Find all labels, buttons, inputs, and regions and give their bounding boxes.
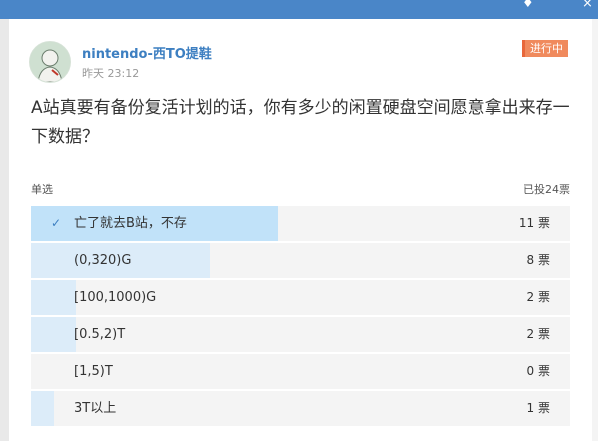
poll-question: A站真要有备份复活计划的话，你有多少的闲置硬盘空间愿意拿出来存一下数据？: [31, 98, 570, 147]
poll-option[interactable]: 3T以上 1 票: [31, 391, 570, 426]
option-label: [1,5)T: [74, 364, 113, 379]
status-badge: 进行中: [522, 40, 568, 57]
username-link[interactable]: nintendo-西TO提鞋: [82, 43, 212, 62]
option-label: 亡了就去B站，不存: [74, 216, 187, 231]
poll-options: ✓ 亡了就去B站，不存 11 票 (0,320)G 8 票 [100,1000)…: [31, 206, 570, 428]
avatar-image: [30, 42, 70, 82]
top-bar: ♦ ×: [0, 0, 598, 19]
poll-option[interactable]: [1,5)T 0 票: [31, 354, 570, 389]
shirt-icon[interactable]: ♦: [522, 0, 534, 11]
option-bar: [31, 280, 76, 315]
poll-option[interactable]: (0,320)G 8 票: [31, 243, 570, 278]
option-votes: 8 票: [526, 253, 550, 267]
option-votes: 2 票: [526, 327, 550, 341]
option-label: (0,320)G: [74, 253, 132, 268]
option-label: 3T以上: [74, 401, 117, 416]
option-label: [100,1000)G: [74, 290, 157, 305]
scrollbar[interactable]: [592, 19, 598, 441]
option-bar: [31, 317, 76, 352]
poll-option[interactable]: [0.5,2)T 2 票: [31, 317, 570, 352]
avatar[interactable]: [29, 41, 71, 83]
poll-type-label: 单选: [31, 183, 53, 196]
option-votes: 1 票: [526, 401, 550, 415]
option-votes: 11 票: [518, 216, 550, 230]
poll-option[interactable]: ✓ 亡了就去B站，不存 11 票: [31, 206, 570, 241]
post-time: 昨天 23:12: [82, 67, 140, 80]
close-icon[interactable]: ×: [582, 0, 593, 11]
left-rail: [0, 19, 9, 441]
option-votes: 2 票: [526, 290, 550, 304]
option-label: [0.5,2)T: [74, 327, 126, 342]
checkmark-icon: ✓: [51, 216, 62, 230]
option-votes: 0 票: [526, 364, 550, 378]
poll-option[interactable]: [100,1000)G 2 票: [31, 280, 570, 315]
option-bar: [31, 391, 54, 426]
vote-total: 已投24票: [523, 183, 570, 196]
